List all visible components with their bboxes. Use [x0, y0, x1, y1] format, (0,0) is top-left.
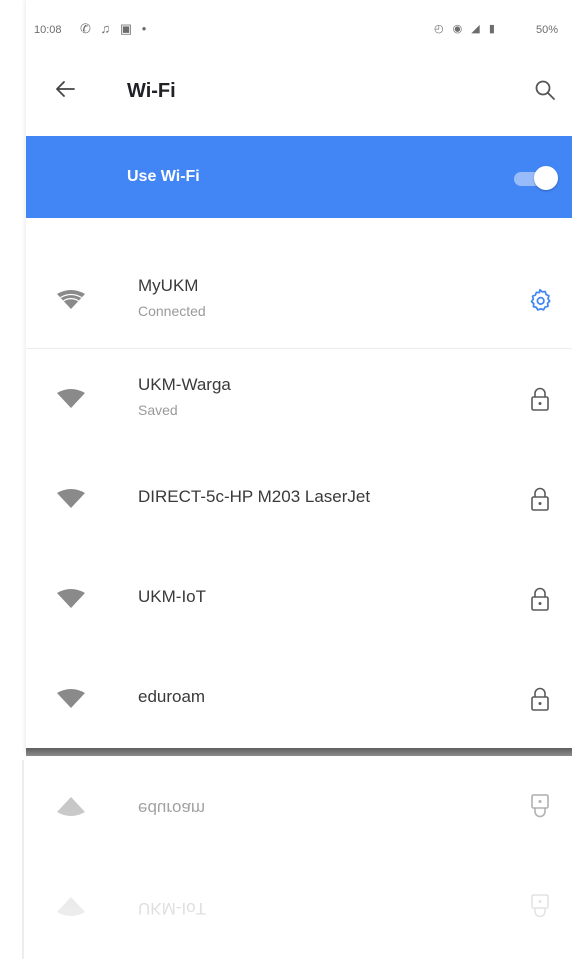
reflection-content: eduroam UKM-IoT: [26, 756, 572, 959]
battery-percentage: 50%: [536, 24, 559, 36]
system-status-icons: ◴ ◉ ◢ ▮: [434, 23, 498, 35]
wifi-signal-icon: [57, 489, 85, 508]
arrow-left-icon: [56, 81, 75, 97]
network-row-eduroam[interactable]: eduroam: [26, 649, 572, 749]
back-button[interactable]: [50, 74, 80, 104]
wifi-signal-icon: [57, 589, 85, 608]
network-list: MyUKM Connected UKM-Warga Saved DIRECT-5…: [26, 250, 572, 749]
network-name: eduroam: [138, 687, 206, 706]
network-row-ukm-iot[interactable]: UKM-IoT: [26, 549, 572, 649]
app-bar: Wi-Fi: [26, 60, 572, 130]
reflected-network-name: eduroam: [138, 799, 206, 818]
lock-icon: [531, 587, 549, 611]
lock-icon: [531, 894, 549, 918]
reflection-edge: [22, 760, 24, 959]
lock-icon: [531, 794, 549, 818]
network-settings-button[interactable]: [526, 286, 554, 314]
reflected-row-eduroam: eduroam: [26, 756, 572, 856]
lock-icon: [531, 487, 549, 511]
page-title: Wi-Fi: [127, 80, 176, 102]
search-icon: [535, 80, 555, 100]
wifi-signal-icon: [57, 290, 85, 309]
network-name: MyUKM: [138, 276, 199, 295]
network-status: Saved: [138, 402, 178, 418]
mirror-reflection: eduroam UKM-IoT: [26, 756, 572, 959]
lock-indicator: [526, 385, 554, 413]
notification-icons: ✆ ♫ ▣ •: [80, 21, 150, 36]
reflected-lock: [526, 792, 554, 820]
network-row-ukm-warga[interactable]: UKM-Warga Saved: [26, 349, 572, 449]
status-bar: 10:08 ✆ ♫ ▣ • ◴ ◉ ◢ ▮ 50%: [26, 0, 572, 58]
wifi-signal-icon: [57, 689, 85, 708]
search-button[interactable]: [529, 74, 561, 106]
wifi-switch[interactable]: [512, 166, 558, 190]
network-status: Connected: [138, 303, 206, 319]
lock-indicator: [526, 585, 554, 613]
lock-icon: [531, 387, 549, 411]
network-row-myukm[interactable]: MyUKM Connected: [26, 250, 572, 349]
use-wifi-toggle-row[interactable]: Use Wi-Fi: [26, 136, 572, 218]
status-time: 10:08: [34, 24, 62, 36]
network-name: UKM-Warga: [138, 375, 231, 394]
lock-indicator: [526, 485, 554, 513]
switch-thumb: [534, 166, 558, 190]
network-row-direct-hp[interactable]: DIRECT-5c-HP M203 LaserJet: [26, 449, 572, 549]
wifi-signal-icon: [57, 797, 85, 816]
reflected-lock: [526, 892, 554, 920]
wifi-settings-screen: 10:08 ✆ ♫ ▣ • ◴ ◉ ◢ ▮ 50% Wi-Fi Use Wi-F…: [26, 0, 572, 752]
reflected-row-ukm-iot: UKM-IoT: [26, 856, 572, 956]
use-wifi-label: Use Wi-Fi: [127, 168, 200, 185]
lock-indicator: [526, 685, 554, 713]
network-name: DIRECT-5c-HP M203 LaserJet: [138, 487, 371, 506]
lock-icon: [531, 687, 549, 711]
wifi-signal-icon: [57, 897, 85, 916]
screen-bottom-edge: [26, 748, 572, 756]
network-name: UKM-IoT: [138, 587, 206, 606]
wifi-signal-icon: [57, 389, 85, 408]
gear-icon: [530, 288, 551, 311]
reflected-network-name: UKM-IoT: [138, 899, 206, 918]
